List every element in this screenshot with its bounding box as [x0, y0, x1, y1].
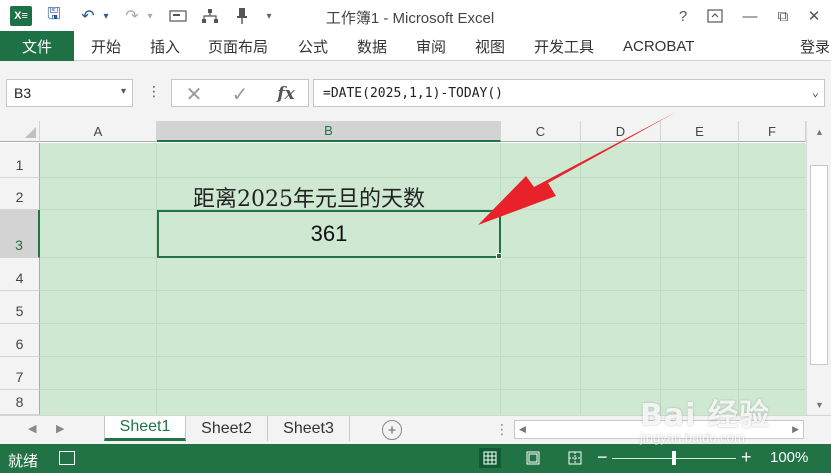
row-header-6[interactable]: 6	[0, 324, 40, 357]
ribbon-tabs: 文件 开始 插入 页面布局 公式 数据 审阅 视图 开发工具 ACROBAT 登…	[0, 31, 831, 61]
tab-insert[interactable]: 插入	[150, 31, 180, 61]
tab-acrobat[interactable]: ACROBAT	[623, 31, 694, 61]
column-header-a[interactable]: A	[40, 121, 157, 142]
normal-view-icon[interactable]	[479, 448, 501, 468]
sheet-prev-icon[interactable]: ◀	[28, 422, 36, 435]
tab-view[interactable]: 视图	[475, 31, 505, 61]
formula-buttons: ✕ ✓ fx	[171, 79, 309, 107]
cell-b3-value: 361	[310, 221, 348, 246]
zoom-level[interactable]: 100%	[770, 449, 808, 466]
status-ready: 就绪	[8, 453, 39, 470]
sheet-tab-sheet1[interactable]: Sheet1	[104, 416, 186, 441]
worksheet-grid[interactable]: 距离2025年元旦的天数 361	[40, 143, 806, 415]
redo-dropdown-icon[interactable]: ▾	[143, 5, 157, 27]
close-icon[interactable]: ✕	[801, 5, 827, 27]
pin-icon[interactable]	[230, 5, 254, 27]
tab-review[interactable]: 审阅	[416, 31, 446, 61]
row-header-8[interactable]: 8	[0, 390, 40, 415]
row-header-7[interactable]: 7	[0, 357, 40, 390]
zoom-in-button[interactable]: +	[741, 447, 752, 468]
scroll-down-icon[interactable]: ▼	[807, 396, 831, 413]
confirm-entry-icon[interactable]: ✓	[224, 82, 256, 106]
form-icon[interactable]	[166, 5, 190, 27]
column-header-d[interactable]: D	[581, 121, 661, 142]
vertical-scrollbar[interactable]: ▲ ▼	[806, 121, 831, 415]
splitter-dots-icon[interactable]: ⋮	[147, 83, 161, 100]
excel-logo-icon: X≡	[10, 6, 32, 26]
cell-b2-label[interactable]: 距离2025年元旦的天数	[193, 181, 425, 213]
redo-icon[interactable]: ↷	[120, 5, 144, 27]
undo-icon[interactable]: ↶	[76, 5, 100, 27]
save-icon[interactable]: 🖫	[42, 5, 66, 27]
scroll-right-icon[interactable]: ▶	[792, 424, 799, 435]
page-break-view-icon[interactable]	[564, 448, 586, 468]
sheet-tab-sheet3[interactable]: Sheet3	[268, 416, 350, 441]
column-header-f[interactable]: F	[739, 121, 806, 142]
cell-b3-selected[interactable]: 361	[157, 210, 501, 258]
zoom-out-button[interactable]: −	[597, 447, 608, 468]
hierarchy-icon[interactable]	[198, 5, 222, 27]
customize-toolbar-icon[interactable]: ▾	[262, 5, 276, 27]
minimize-icon[interactable]: —	[737, 5, 763, 27]
macro-record-icon[interactable]	[59, 451, 75, 465]
scroll-left-icon[interactable]: ◀	[519, 424, 526, 435]
title-bar: X≡ 🖫 ↶ ▾ ↷ ▾ ▾ 工作簿1 - Microsoft Excel ? …	[0, 0, 831, 31]
tab-formulas[interactable]: 公式	[298, 31, 328, 61]
baidu-watermark: Bai 经验 jingyan.baidu.com	[640, 390, 770, 445]
ribbon-display-icon[interactable]	[702, 5, 728, 27]
sheet-tab-sheet2[interactable]: Sheet2	[186, 416, 268, 441]
tab-data[interactable]: 数据	[357, 31, 387, 61]
login-link[interactable]: 登录	[800, 31, 830, 61]
tab-file[interactable]: 文件	[0, 31, 74, 61]
column-header-b[interactable]: B	[157, 121, 501, 142]
fill-handle[interactable]	[496, 253, 502, 259]
vertical-scroll-thumb[interactable]	[810, 165, 828, 365]
restore-icon[interactable]: ⧉	[770, 5, 796, 27]
row-header-1[interactable]: 1	[0, 143, 40, 178]
name-box[interactable]: B3 ▾	[6, 79, 133, 107]
watermark-main: Bai 经验	[640, 398, 770, 433]
column-header-e[interactable]: E	[661, 121, 739, 142]
row-header-4[interactable]: 4	[0, 258, 40, 291]
tab-page-layout[interactable]: 页面布局	[208, 31, 268, 61]
formula-input[interactable]: =DATE(2025,1,1)-TODAY() ⌄	[313, 79, 825, 107]
window-title: 工作簿1 - Microsoft Excel	[325, 10, 495, 27]
tab-developer[interactable]: 开发工具	[534, 31, 594, 61]
name-box-dropdown-icon[interactable]: ▾	[121, 86, 126, 97]
add-sheet-button[interactable]: +	[382, 420, 402, 440]
status-bar: 就绪 − + 100%	[0, 444, 831, 473]
row-header-3[interactable]: 3	[0, 210, 40, 258]
help-icon[interactable]: ?	[670, 5, 696, 27]
name-box-value: B3	[14, 85, 32, 101]
formula-text: =DATE(2025,1,1)-TODAY()	[323, 85, 504, 101]
row-header-2[interactable]: 2	[0, 178, 40, 210]
formula-bar-area: B3 ▾ ⋮ ✕ ✓ fx =DATE(2025,1,1)-TODAY() ⌄	[0, 61, 831, 121]
select-all-corner[interactable]	[0, 121, 40, 142]
cancel-entry-icon[interactable]: ✕	[178, 82, 210, 106]
undo-dropdown-icon[interactable]: ▾	[99, 5, 113, 27]
scroll-up-icon[interactable]: ▲	[807, 123, 831, 140]
watermark-url: jingyan.baidu.com	[640, 430, 745, 445]
column-header-c[interactable]: C	[501, 121, 581, 142]
zoom-slider-thumb[interactable]	[672, 451, 676, 465]
page-layout-view-icon[interactable]	[522, 448, 544, 468]
row-header-5[interactable]: 5	[0, 291, 40, 324]
tab-splitter-dots-icon[interactable]: ⋮	[495, 421, 509, 438]
sheet-next-icon[interactable]: ▶	[56, 422, 64, 435]
expand-formula-bar-icon[interactable]: ⌄	[812, 85, 819, 99]
insert-function-icon[interactable]: fx	[270, 82, 302, 106]
tab-home[interactable]: 开始	[91, 31, 121, 61]
